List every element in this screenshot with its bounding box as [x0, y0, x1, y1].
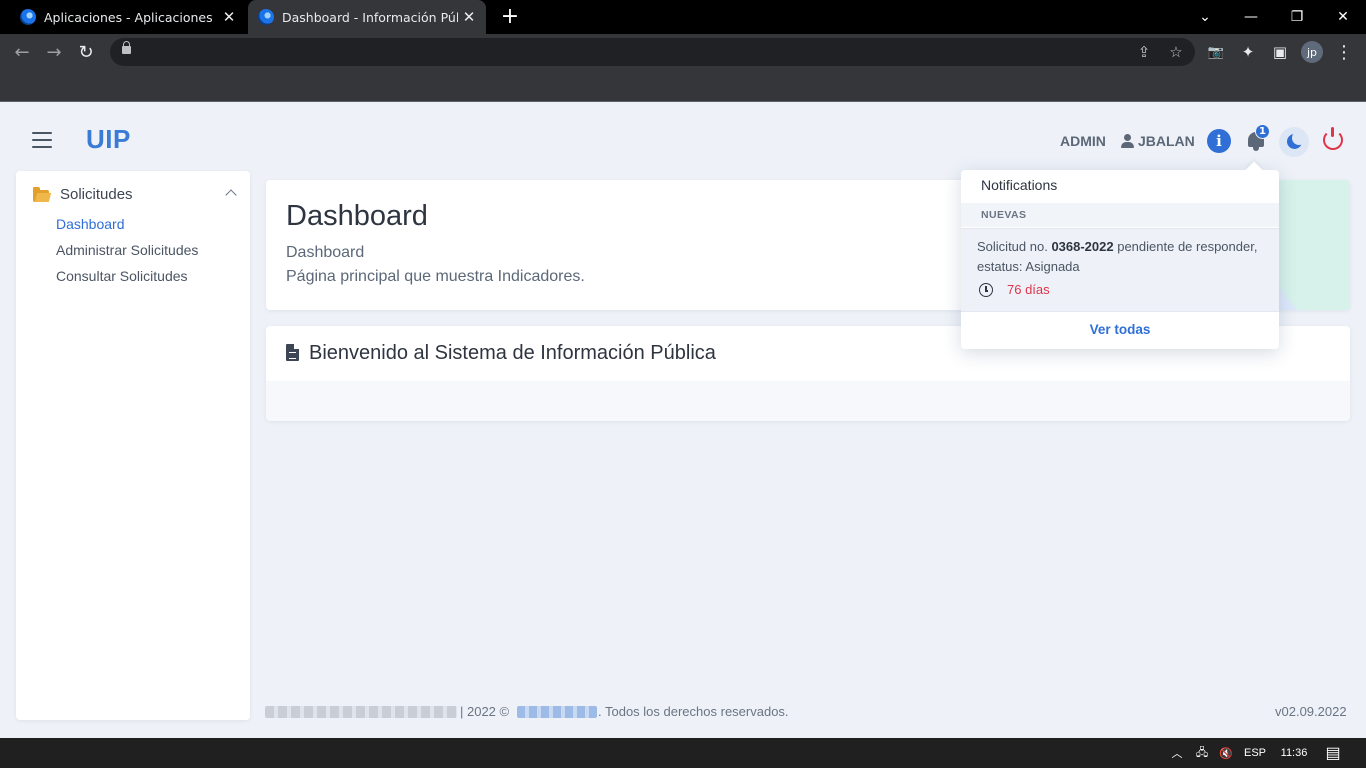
volume-muted-icon[interactable]: 🔇 — [1214, 738, 1238, 768]
user-icon — [1121, 134, 1134, 148]
page-subtitle: Dashboard — [286, 244, 365, 261]
reload-icon[interactable]: ↻ — [72, 38, 100, 66]
windows-taskbar: ︿ 🖧 🔇 ESP 11:36 ▤ — [0, 738, 1366, 768]
action-center-icon[interactable]: ▤ — [1320, 738, 1346, 768]
bookmark-star-icon[interactable]: ☆ — [1165, 42, 1187, 62]
share-icon[interactable]: ⇪ — [1133, 42, 1155, 62]
footer-copyright: | 2022 © — [460, 704, 510, 719]
bookmarks-bar — [0, 70, 1366, 102]
app-logo[interactable]: UIP — [86, 124, 131, 155]
close-window-button[interactable]: ✕ — [1320, 0, 1366, 34]
browser-tab-aplicaciones[interactable]: Aplicaciones - Aplicaciones ✕ — [8, 0, 246, 34]
dropdown-arrow — [1245, 161, 1263, 179]
new-tab-button[interactable]: + — [498, 4, 522, 30]
logout-power-icon[interactable] — [1323, 127, 1343, 150]
app-version: v02.09.2022 — [1275, 704, 1347, 719]
document-icon — [286, 344, 299, 361]
extensions-icon[interactable]: ✦ — [1236, 40, 1260, 64]
input-language[interactable]: ESP — [1240, 738, 1270, 768]
blurred-org-link[interactable] — [517, 706, 597, 718]
folder-open-icon — [33, 187, 49, 202]
browser-toolbar: ← → ↻ ⇪ ☆ 📷 ✦ ▣ jp ⋮ — [0, 34, 1366, 70]
tab-title: Dashboard - Información Pública — [282, 9, 458, 25]
site-favicon-icon — [20, 9, 36, 25]
chevron-up-icon[interactable] — [225, 189, 237, 201]
forward-icon[interactable]: → — [40, 38, 68, 66]
page-title: Dashboard — [286, 200, 428, 232]
hidden-icons-caret-icon[interactable]: ︿ — [1166, 738, 1188, 768]
notification-item[interactable]: Solicitud no. 0368-2022 pendiente de res… — [961, 228, 1279, 312]
menu-toggle-icon[interactable] — [32, 132, 52, 148]
clock-icon — [979, 283, 993, 297]
user-name[interactable]: JBALAN — [1138, 133, 1195, 149]
notifications-title: Notifications — [981, 177, 1058, 193]
welcome-title: Bienvenido al Sistema de Información Púb… — [309, 342, 716, 364]
notification-age: 76 días — [1007, 282, 1050, 297]
section-label: NUEVAS — [981, 209, 1027, 221]
notifications-dropdown: Notifications NUEVAS Solicitud no. 0368-… — [961, 161, 1279, 349]
browser-tab-dashboard[interactable]: Dashboard - Información Pública ✕ — [248, 0, 486, 34]
tab-search-icon[interactable]: ⌄ — [1182, 0, 1228, 34]
address-bar[interactable]: ⇪ ☆ — [110, 38, 1195, 66]
info-icon[interactable]: i — [1207, 129, 1231, 153]
lock-icon[interactable] — [122, 41, 131, 54]
sidebar: Solicitudes Dashboard Administrar Solici… — [16, 171, 250, 720]
footer-rights: . Todos los derechos reservados. — [598, 704, 789, 719]
dark-mode-toggle-icon[interactable] — [1279, 127, 1309, 157]
tab-close-icon[interactable]: ✕ — [218, 8, 240, 26]
back-icon[interactable]: ← — [8, 38, 36, 66]
blurred-org-name — [265, 706, 457, 718]
notification-count-badge: 1 — [1255, 124, 1270, 139]
system-clock[interactable]: 11:36 — [1274, 738, 1314, 768]
tab-close-icon[interactable]: ✕ — [458, 8, 480, 26]
minimize-window-button[interactable]: — — [1228, 0, 1274, 34]
page-description: Página principal que muestra Indicadores… — [286, 268, 585, 285]
tab-title: Aplicaciones - Aplicaciones — [44, 9, 213, 25]
view-all-link[interactable]: Ver todas — [961, 322, 1279, 337]
welcome-card-body — [266, 381, 1350, 421]
side-panel-icon[interactable]: ▣ — [1268, 40, 1292, 64]
profile-avatar[interactable]: jp — [1301, 41, 1323, 63]
network-icon[interactable]: 🖧 — [1190, 738, 1214, 768]
sidebar-item-administrar-solicitudes[interactable]: Administrar Solicitudes — [56, 242, 198, 258]
browser-tab-strip: Aplicaciones - Aplicaciones ✕ Dashboard … — [0, 0, 1366, 34]
site-favicon-icon — [258, 9, 274, 25]
sidebar-item-dashboard[interactable]: Dashboard — [56, 216, 125, 232]
sidebar-section-solicitudes[interactable]: Solicitudes — [60, 186, 133, 203]
notification-text: Solicitud no. 0368-2022 pendiente de res… — [977, 239, 1258, 274]
restore-window-button[interactable]: ❐ — [1274, 0, 1320, 34]
user-role: ADMIN — [1060, 133, 1106, 149]
sidebar-item-consultar-solicitudes[interactable]: Consultar Solicitudes — [56, 268, 188, 284]
camera-icon[interactable]: 📷 — [1204, 40, 1228, 64]
browser-menu-icon[interactable]: ⋮ — [1332, 40, 1356, 64]
request-number: 0368-2022 — [1051, 239, 1114, 254]
notifications-section-header: NUEVAS — [961, 203, 1279, 227]
